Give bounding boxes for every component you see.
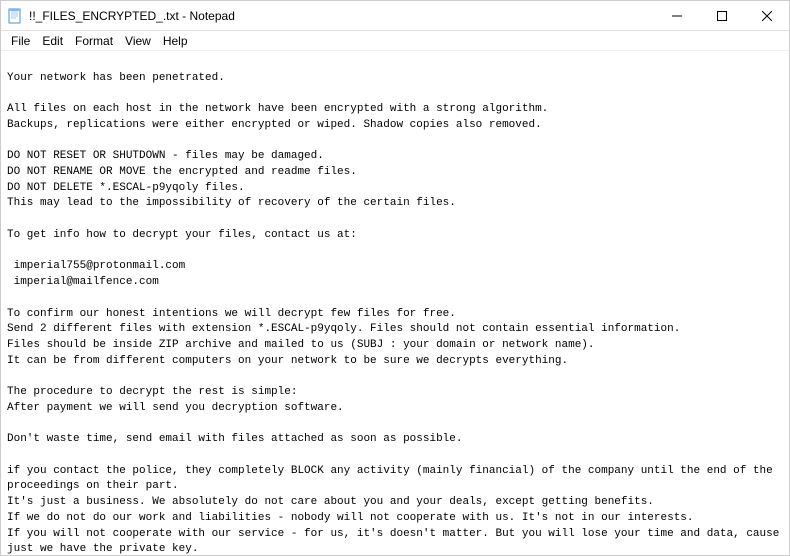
- menu-help[interactable]: Help: [157, 32, 194, 50]
- window-titlebar: !!_FILES_ENCRYPTED_.txt - Notepad: [1, 1, 789, 31]
- menu-edit[interactable]: Edit: [36, 32, 69, 50]
- menu-format[interactable]: Format: [69, 32, 119, 50]
- menu-view[interactable]: View: [119, 32, 157, 50]
- menubar: File Edit Format View Help: [1, 31, 789, 51]
- menu-file[interactable]: File: [5, 32, 36, 50]
- window-title: !!_FILES_ENCRYPTED_.txt - Notepad: [29, 9, 654, 23]
- text-editor-content[interactable]: Your network has been penetrated. All fi…: [1, 51, 789, 555]
- window-controls: [654, 1, 789, 30]
- maximize-button[interactable]: [699, 1, 744, 30]
- notepad-icon: [7, 8, 23, 24]
- minimize-button[interactable]: [654, 1, 699, 30]
- close-button[interactable]: [744, 1, 789, 30]
